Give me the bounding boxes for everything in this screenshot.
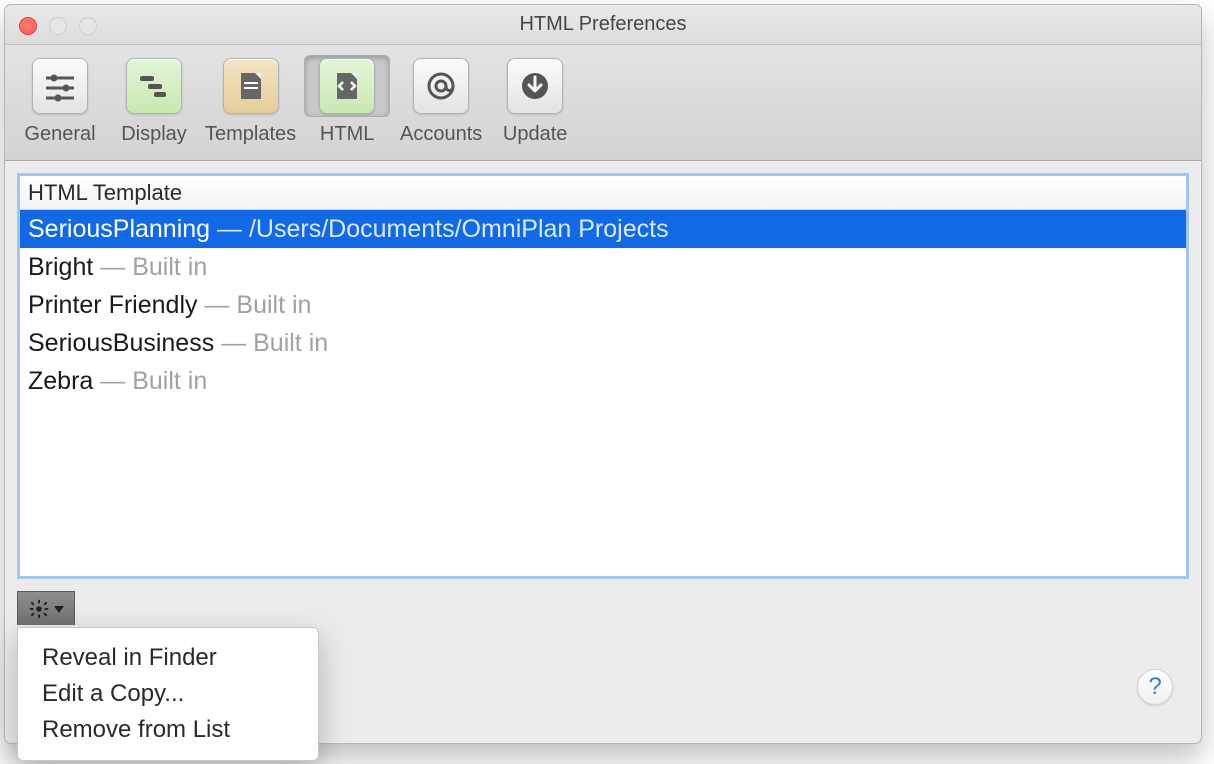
list-item[interactable]: SeriousPlanning — /Users/Documents/OmniP… (20, 210, 1186, 248)
list-item[interactable]: Zebra — Built in (20, 362, 1186, 400)
toolbar-label: General (24, 123, 95, 146)
list-item[interactable]: SeriousBusiness — Built in (20, 324, 1186, 362)
list-footer-bar (17, 591, 1189, 629)
toolbar-item-templates[interactable]: Templates (201, 55, 300, 146)
list-item[interactable]: Printer Friendly — Built in (20, 286, 1186, 324)
list-item[interactable]: Bright — Built in (20, 248, 1186, 286)
window-title: HTML Preferences (519, 13, 686, 36)
toolbar-label: Accounts (400, 123, 482, 146)
template-name: Zebra (28, 367, 93, 395)
template-subtitle: Built in (132, 367, 207, 395)
traffic-lights (19, 17, 97, 35)
template-name: Printer Friendly (28, 291, 198, 319)
toolbar-item-general[interactable]: General (13, 55, 107, 146)
window-minimize-button[interactable] (49, 17, 67, 35)
template-name: Bright (28, 253, 93, 281)
toolbar-label: Templates (205, 123, 296, 146)
preferences-window: HTML Preferences General (4, 4, 1202, 744)
separator: — (198, 291, 237, 319)
template-name: SeriousPlanning (28, 215, 210, 243)
window-close-button[interactable] (19, 17, 37, 35)
separator: — (214, 329, 253, 357)
chevron-down-icon (54, 606, 64, 613)
separator: — (93, 367, 132, 395)
help-button[interactable]: ? (1137, 669, 1173, 705)
gantt-icon (136, 68, 172, 104)
titlebar: HTML Preferences (5, 5, 1201, 45)
code-page-icon (329, 68, 365, 104)
separator: — (93, 253, 132, 281)
page-icon (233, 68, 269, 104)
menu-item-reveal-in-finder[interactable]: Reveal in Finder (18, 640, 318, 676)
template-list: HTML Template SeriousPlanning — /Users/D… (17, 173, 1189, 579)
gear-context-menu: Reveal in Finder Edit a Copy... Remove f… (17, 627, 319, 761)
template-subtitle: Built in (253, 329, 328, 357)
toolbar-item-html[interactable]: HTML (300, 55, 394, 146)
download-icon (517, 68, 553, 104)
toolbar-label: HTML (320, 123, 374, 146)
template-subtitle: Built in (236, 291, 311, 319)
template-subtitle: /Users/Documents/OmniPlan Projects (249, 215, 669, 243)
help-glyph: ? (1148, 673, 1161, 701)
menu-item-edit-a-copy[interactable]: Edit a Copy... (18, 676, 318, 712)
list-column-header[interactable]: HTML Template (20, 176, 1186, 210)
menu-item-remove-from-list[interactable]: Remove from List (18, 712, 318, 748)
separator: — (210, 215, 249, 243)
toolbar-item-update[interactable]: Update (488, 55, 582, 146)
gear-icon (28, 598, 50, 620)
toolbar-item-accounts[interactable]: Accounts (394, 55, 488, 146)
template-name: SeriousBusiness (28, 329, 214, 357)
template-subtitle: Built in (132, 253, 207, 281)
toolbar-label: Display (121, 123, 187, 146)
toolbar-label: Update (503, 123, 568, 146)
at-sign-icon (423, 68, 459, 104)
window-zoom-button[interactable] (79, 17, 97, 35)
toolbar: General Display Templates (5, 45, 1201, 161)
sliders-icon (42, 68, 78, 104)
toolbar-item-display[interactable]: Display (107, 55, 201, 146)
gear-menu-button[interactable] (17, 591, 75, 627)
